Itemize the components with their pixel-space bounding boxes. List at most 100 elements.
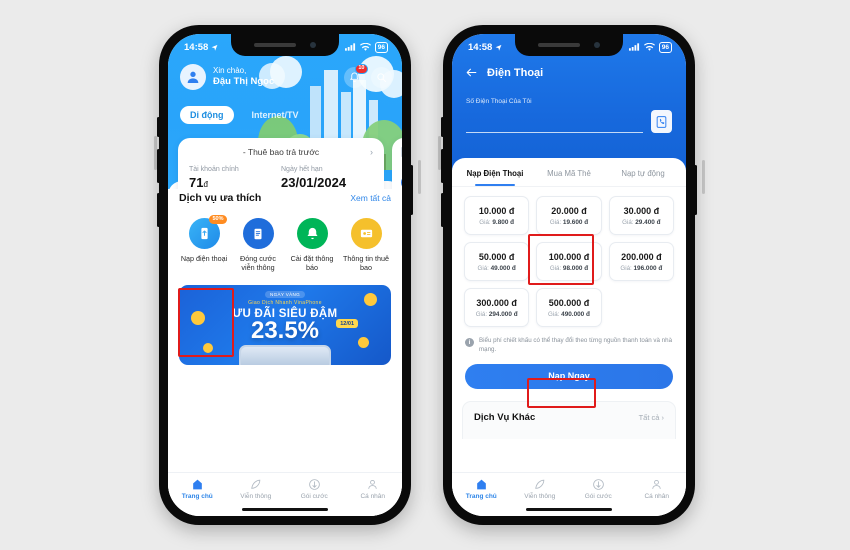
right-phone-frame: 14:58 96 Điện Thoại Số Điện Thoại Của Tô… — [441, 25, 697, 525]
tab-nap-tu-dong[interactable]: Nạp tự động — [606, 158, 680, 186]
denomination-option[interactable]: 30.000 đ Giá: 29.400 đ — [608, 196, 674, 235]
avatar-icon — [187, 71, 199, 83]
id-card-icon — [350, 218, 382, 249]
notification-button[interactable]: 10 — [344, 63, 368, 88]
denomination-option[interactable]: 300.000 đ Giá: 294.000 đ — [464, 288, 530, 327]
price-prefix: Giá: — [549, 265, 562, 272]
status-time: 14:58 — [184, 41, 209, 53]
denomination-price: Giá: 19.600 đ — [539, 219, 598, 226]
denomination-amount: 300.000 đ — [476, 298, 517, 308]
person-icon — [368, 479, 377, 489]
nav-goi-cuoc[interactable]: Gói cước — [569, 478, 628, 500]
denomination-option[interactable]: 20.000 đ Giá: 19.600 đ — [536, 196, 602, 235]
search-button[interactable] — [371, 66, 392, 88]
price-prefix: Giá: — [549, 219, 562, 226]
services-view-all-link[interactable]: Xem tất cả — [350, 193, 391, 203]
price-value: 19.600 đ — [562, 219, 589, 226]
nav-trang-chu[interactable]: Trang chủ — [452, 478, 511, 500]
nav-label: Cá nhân — [360, 493, 386, 500]
denomination-option[interactable]: 10.000 đ Giá: 9.800 đ — [464, 196, 530, 235]
service-nap-dien-thoai[interactable]: 50% Nạp điện thoại — [179, 214, 229, 276]
services-header: Dịch vụ ưa thích Xem tất cả — [179, 192, 391, 204]
home-indicator — [526, 507, 612, 511]
avatar[interactable] — [180, 64, 206, 90]
denomination-option[interactable]: 500.000 đ Giá: 490.000 đ — [536, 288, 602, 327]
nav-label: Gói cước — [584, 493, 612, 500]
price-value: 29.400 đ — [635, 219, 661, 226]
denomination-option[interactable]: 200.000 đ Giá: 196.000 đ — [608, 242, 674, 281]
denomination-amount: 20.000 đ — [551, 206, 587, 216]
package-icon — [308, 479, 320, 490]
banner-subtitle: Giao Dịch Nhanh VinaPhone — [248, 300, 322, 306]
notch — [515, 34, 623, 56]
note-text: Biểu phí chiết khấu có thể thay đổi theo… — [479, 337, 673, 353]
search-icon — [377, 72, 387, 82]
bell-settings-icon — [296, 218, 328, 249]
service-thong-tin-thue-bao[interactable]: Thông tin thuê bao — [341, 214, 391, 276]
home-icon — [192, 479, 202, 490]
secondary-card[interactable] — [392, 138, 402, 189]
back-arrow-icon[interactable] — [465, 66, 478, 79]
denomination-option[interactable]: 50.000 đ Giá: 49.000 đ — [464, 242, 530, 281]
nav-label: Cá nhân — [644, 493, 670, 500]
bill-icon — [242, 218, 274, 249]
other-services-title: Dịch Vụ Khác — [474, 411, 536, 423]
right-phone-screen: 14:58 96 Điện Thoại Số Điện Thoại Của Tô… — [452, 34, 686, 516]
topup-sheet: Nạp Điện Thoại Mua Mã Thẻ Nạp tự động 10… — [452, 158, 686, 516]
other-services-card[interactable]: Dịch Vụ Khác Tất cả › — [462, 400, 676, 439]
nav-goi-cuoc[interactable]: Gói cước — [285, 478, 344, 500]
main-account-block: Tài khoản chính 71đ — [189, 166, 281, 189]
page-title: Điện Thoại — [487, 66, 544, 79]
nav-vien-thong[interactable]: Viễn thông — [227, 478, 286, 500]
denomination-price: Giá: 29.400 đ — [612, 219, 671, 226]
battery-indicator: 96 — [374, 41, 388, 53]
main-account-unit: đ — [203, 180, 208, 189]
wifi-icon — [643, 42, 655, 51]
telecom-icon — [535, 479, 545, 489]
denomination-amount: 10.000 đ — [478, 206, 515, 216]
nav-label: Trang chủ — [181, 493, 213, 500]
promo-banner[interactable]: NGÀY VÀNG Giao Dịch Nhanh VinaPhone ƯU Đ… — [179, 285, 391, 365]
nav-ca-nhan[interactable]: Cá nhân — [628, 478, 687, 500]
nap-ngay-button[interactable]: Nạp Ngay — [465, 363, 673, 389]
phone-number-input[interactable] — [466, 111, 643, 133]
main-account-label: Tài khoản chính — [189, 166, 239, 173]
screenshot-stage: 14:58 96 Xin chào, Đậu Thị Ngọc 10 Di độ… — [0, 0, 850, 550]
telecom-icon — [251, 479, 261, 489]
main-account-value: 71 — [189, 175, 204, 189]
denomination-price: Giá: 294.000 đ — [467, 311, 526, 318]
price-value: 294.000 đ — [488, 311, 518, 318]
denomination-amount: 200.000 đ — [621, 252, 662, 262]
denomination-option-selected[interactable]: 100.000 đ Giá: 98.000 đ — [536, 242, 602, 281]
banner-tag: NGÀY VÀNG — [265, 291, 305, 298]
nav-label: Viễn thông — [240, 493, 272, 500]
service-dong-cuoc-vien-thong[interactable]: Đóng cước viễn thông — [233, 214, 283, 276]
discount-note: i Biểu phí chiết khấu có thể thay đổi th… — [452, 327, 686, 355]
tab-internet-tv[interactable]: Internet/TV — [242, 106, 309, 124]
price-prefix: Giá: — [475, 311, 488, 318]
denomination-section: 10.000 đ Giá: 9.800 đ 20.000 đ Giá: 19.6… — [452, 187, 686, 327]
tab-di-dong[interactable]: Di động — [180, 106, 234, 124]
price-prefix: Giá: — [479, 219, 491, 226]
home-icon — [476, 479, 486, 490]
nav-ca-nhan[interactable]: Cá nhân — [344, 478, 403, 500]
left-phone-screen: 14:58 96 Xin chào, Đậu Thị Ngọc 10 Di độ… — [168, 34, 402, 516]
nav-vien-thong[interactable]: Viễn thông — [511, 478, 570, 500]
service-label: Cài đặt thông báo — [290, 254, 334, 272]
other-services-link[interactable]: Tất cả › — [639, 413, 664, 422]
plan-label: - Thuê bao trả trước — [242, 147, 320, 157]
balance-card[interactable]: - Thuê bao trả trước › Tài khoản chính 7… — [178, 138, 384, 189]
price-value: 98.000 đ — [562, 265, 589, 272]
service-cai-dat-thong-bao[interactable]: Cài đặt thông báo — [287, 214, 337, 276]
banner-percent: 23.5% — [250, 317, 320, 344]
denomination-price: Giá: 98.000 đ — [539, 265, 598, 272]
denomination-price: Giá: 49.000 đ — [467, 265, 526, 272]
banner-phone-image — [239, 345, 331, 365]
nav-trang-chu[interactable]: Trang chủ — [168, 478, 227, 500]
left-phone-frame: 14:58 96 Xin chào, Đậu Thị Ngọc 10 Di độ… — [157, 25, 413, 525]
chevron-right-icon[interactable]: › — [370, 147, 373, 157]
tab-nap-dien-thoai[interactable]: Nạp Điện Thoại — [458, 158, 532, 186]
contact-picker-button[interactable] — [651, 110, 672, 133]
tab-mua-ma-the[interactable]: Mua Mã Thẻ — [532, 158, 606, 186]
segment-tabs: Di động Internet/TV — [180, 106, 309, 124]
